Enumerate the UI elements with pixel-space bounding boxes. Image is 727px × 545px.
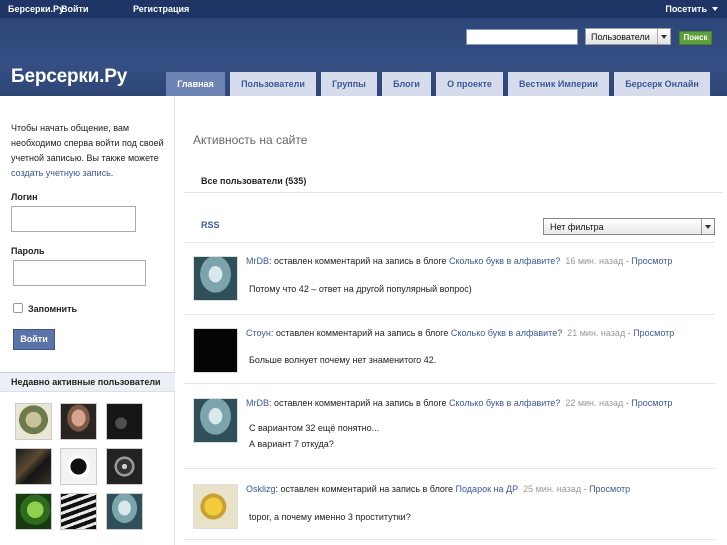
activity-target-link[interactable]: Сколько букв в алфавите?	[451, 328, 562, 338]
user-avatar[interactable]	[15, 493, 52, 530]
create-account-link[interactable]: создать учетную запись	[11, 168, 111, 178]
activity-action: : оставлен комментарий на запись в блоге	[275, 484, 454, 494]
search-scope-select[interactable]: Пользователи	[585, 28, 671, 45]
chevron-down-icon	[705, 225, 711, 229]
dropdown-button[interactable]	[657, 29, 670, 44]
activity-action: : оставлен комментарий на запись в блоге	[270, 328, 449, 338]
topbar-login-link[interactable]: Войти	[61, 4, 88, 14]
dropdown-button[interactable]	[701, 219, 714, 234]
recent-users-heading: Недавно активные пользователи	[0, 372, 175, 392]
activity-view-link[interactable]: Просмотр	[633, 328, 674, 338]
activity-user-link[interactable]: MrDB	[246, 256, 269, 266]
activity-target-link[interactable]: Сколько букв в алфавите?	[449, 398, 560, 408]
tab-groups[interactable]: Группы	[321, 72, 377, 96]
login-intro-text: Чтобы начать общение, вам необходимо спе…	[11, 121, 165, 181]
activity-line: Osklizg: оставлен комментарий на запись …	[246, 484, 630, 494]
divider	[184, 383, 715, 384]
user-avatar[interactable]	[15, 403, 52, 440]
activity-view-link[interactable]: Просмотр	[631, 398, 672, 408]
activity-time: 22 мин. назад	[565, 398, 624, 408]
activity-separator: ·	[625, 328, 634, 338]
search-input[interactable]	[466, 29, 578, 45]
remember-label[interactable]: Запомнить	[28, 304, 77, 314]
activity-target-link[interactable]: Сколько букв в алфавите?	[449, 256, 560, 266]
activity-user-link[interactable]: Стоун	[246, 328, 271, 338]
rss-link[interactable]: RSS	[201, 220, 220, 230]
password-field[interactable]	[13, 260, 146, 286]
divider	[184, 242, 715, 243]
activity-text: Потому что 42 – ответ на другой популярн…	[249, 284, 472, 294]
activity-view-link[interactable]: Просмотр	[631, 256, 672, 266]
password-label: Пароль	[11, 246, 45, 256]
divider	[184, 314, 715, 315]
tab-about[interactable]: О проекте	[436, 72, 503, 96]
user-avatar[interactable]	[60, 403, 97, 440]
activity-time: 16 мин. назад	[565, 256, 624, 266]
activity-time: 21 мин. назад	[567, 328, 626, 338]
login-label: Логин	[11, 192, 38, 202]
topbar-visit-menu[interactable]: Посетить	[665, 4, 707, 14]
activity-text: topor, а почему именно 3 проститутки?	[249, 512, 411, 522]
user-avatar[interactable]	[193, 256, 238, 301]
sidebar: Чтобы начать общение, вам необходимо спе…	[0, 96, 175, 545]
user-avatar[interactable]	[193, 484, 238, 529]
tab-home[interactable]: Главная	[166, 72, 225, 96]
site-logo[interactable]: Берсерки.Ру	[11, 66, 127, 88]
all-users-label: Все пользователи (535)	[201, 176, 307, 186]
activity-main: Активность на сайте Все пользователи (53…	[176, 96, 727, 545]
page-title: Активность на сайте	[193, 133, 308, 147]
tab-users[interactable]: Пользователи	[230, 72, 316, 96]
activity-line: Стоун: оставлен комментарий на запись в …	[246, 328, 674, 338]
activity-user-link[interactable]: Osklizg	[246, 484, 276, 494]
user-avatar[interactable]	[15, 448, 52, 485]
activity-view-link[interactable]: Просмотр	[589, 484, 630, 494]
activity-text: А вариант 7 откуда?	[249, 439, 334, 449]
divider	[184, 468, 715, 469]
activity-filter-select[interactable]: Нет фильтра	[543, 218, 715, 235]
user-avatar[interactable]	[193, 398, 238, 443]
user-avatar[interactable]	[193, 328, 238, 373]
user-avatar[interactable]	[60, 493, 97, 530]
chevron-down-icon[interactable]	[712, 7, 718, 11]
top-bar: Берсерки.Ру Войти Регистрация Посетить	[0, 0, 727, 18]
activity-user-link[interactable]: MrDB	[246, 398, 269, 408]
tab-blogs[interactable]: Блоги	[382, 72, 431, 96]
tab-berserk-online[interactable]: Берсерк Онлайн	[614, 72, 710, 96]
search-scope-label: Пользователи	[591, 32, 650, 42]
activity-action: : оставлен комментарий на запись в блоге	[269, 256, 447, 266]
chevron-down-icon	[661, 35, 667, 39]
user-avatar[interactable]	[106, 448, 143, 485]
activity-line: MrDB: оставлен комментарий на запись в б…	[246, 256, 672, 266]
activity-target-link[interactable]: Подарок на ДР	[456, 484, 519, 494]
activity-separator: ·	[581, 484, 590, 494]
filter-label: Нет фильтра	[550, 222, 604, 232]
activity-line: MrDB: оставлен комментарий на запись в б…	[246, 398, 672, 408]
search-button[interactable]: Поиск	[679, 31, 712, 45]
activity-text: С вариантом 32 ещё понятно...	[249, 423, 380, 433]
divider	[184, 539, 715, 540]
activity-action: : оставлен комментарий на запись в блоге	[269, 398, 447, 408]
all-users-tab[interactable]: Все пользователи (535)	[184, 167, 723, 193]
topbar-site-link[interactable]: Берсерки.Ру	[8, 4, 64, 14]
activity-text: Больше волнует почему нет знаменитого 42…	[249, 355, 437, 365]
user-avatar[interactable]	[106, 403, 143, 440]
user-avatar[interactable]	[60, 448, 97, 485]
user-avatar[interactable]	[106, 493, 143, 530]
remember-checkbox[interactable]	[13, 303, 23, 313]
tab-empire-herald[interactable]: Вестник Империи	[508, 72, 609, 96]
intro-text: Чтобы начать общение, вам необходимо спе…	[11, 123, 164, 163]
activity-time: 25 мин. назад	[523, 484, 582, 494]
login-button[interactable]: Войти	[13, 329, 55, 350]
intro-end: .	[110, 168, 114, 178]
login-field[interactable]	[11, 206, 136, 232]
topbar-register-link[interactable]: Регистрация	[133, 4, 189, 14]
